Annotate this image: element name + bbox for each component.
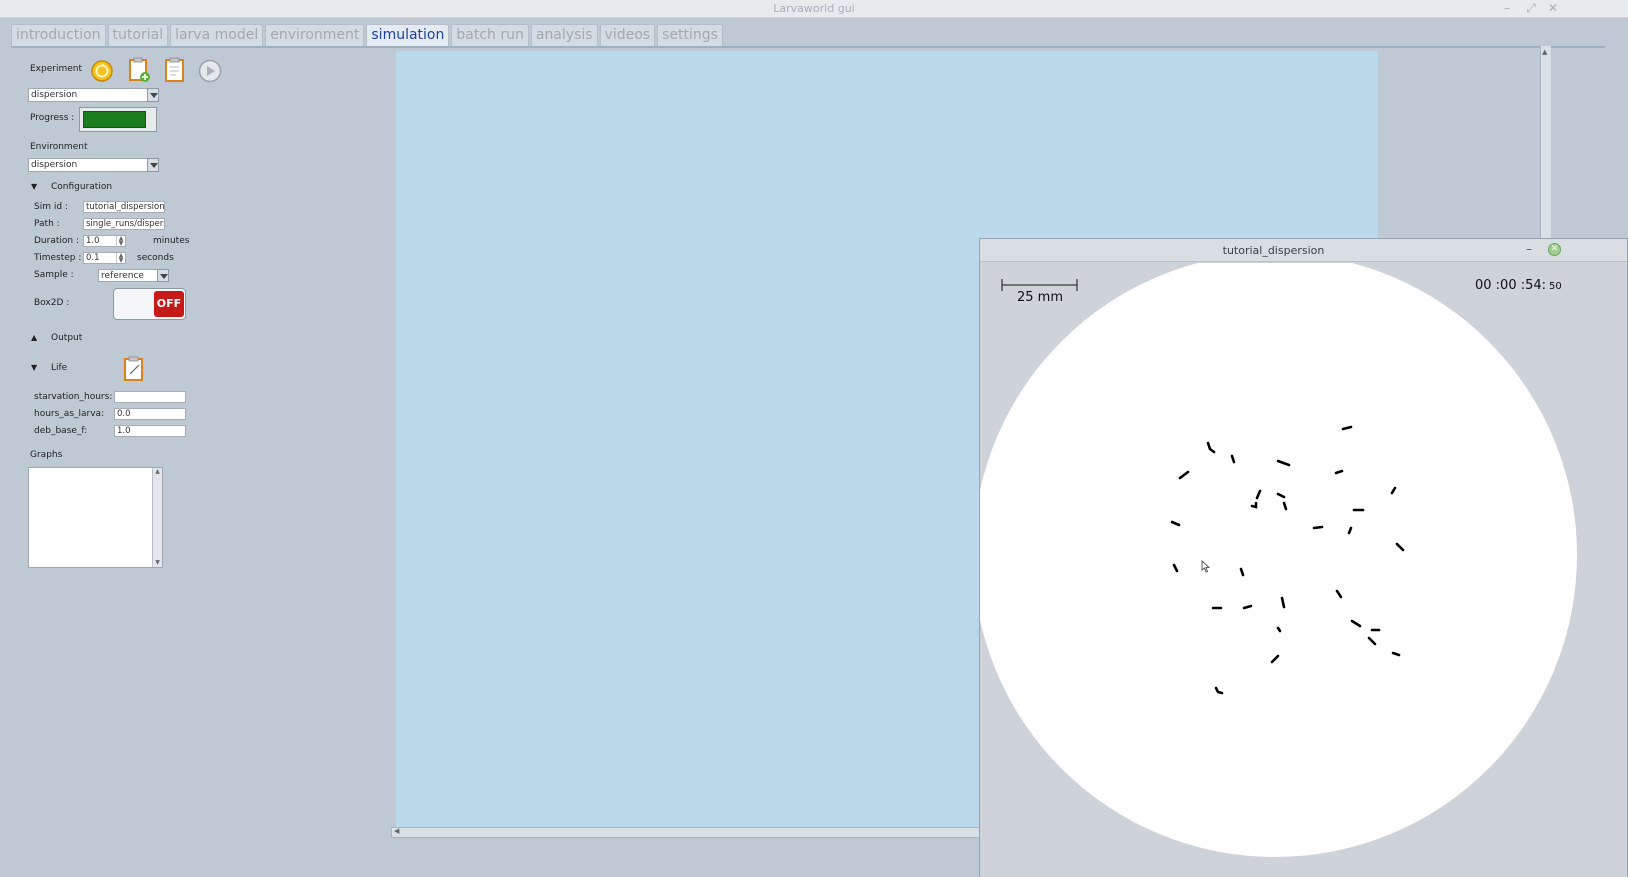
new-config-icon[interactable] [127,57,151,83]
path-label: Path : [34,219,60,229]
tab-larva-model[interactable]: larva model [170,24,264,46]
timestep-unit: seconds [137,253,174,263]
window-titlebar: Larvaworld gui – ⤢ ✕ [0,0,1628,18]
path-input[interactable]: single_runs/dispersio [83,218,165,230]
progress-label: Progress : [30,113,75,123]
configuration-header[interactable]: Configuration [51,182,112,192]
hours-as-larva-label: hours_as_larva: [34,409,105,419]
simulation-window[interactable]: tutorial_dispersion – ✕ 25 mm 00 :00 :54… [979,238,1628,877]
deb-base-f-input[interactable]: 1.0 [114,425,186,437]
duration-value: 1.0 [86,236,100,246]
tab-settings[interactable]: settings [657,24,723,46]
tab-environment[interactable]: environment [265,24,365,46]
duration-label: Duration : [34,236,79,246]
arena-dish [980,263,1577,857]
tab-tutorial[interactable]: tutorial [107,24,169,46]
stepper-arrows-icon[interactable]: ▲ ▼ [116,253,125,264]
experiment-label: Experiment [30,64,83,74]
hours-as-larva-input[interactable]: 0.0 [114,408,186,420]
load-icon[interactable] [90,58,114,84]
duration-unit: minutes [153,236,190,246]
deb-base-f-label: deb_base_f: [34,426,88,436]
larva [1312,525,1324,530]
tab-introduction[interactable]: introduction [11,24,106,46]
chevron-down-icon[interactable] [157,269,169,282]
close-icon[interactable]: ✕ [1548,243,1561,256]
box2d-toggle[interactable]: OFF [113,288,186,320]
collapse-down-icon[interactable]: ▼ [31,363,37,372]
sim-clock: 00 :00 :54: 50 [1475,278,1562,293]
sim-id-input[interactable]: tutorial_dispersion [83,201,165,213]
environment-select[interactable]: dispersion [28,158,159,172]
box2d-label: Box2D : [34,298,70,308]
main-tabs: introduction tutorial larva model enviro… [11,24,725,46]
graphs-label: Graphs [30,450,63,460]
timestep-value: 0.1 [86,253,100,263]
tab-videos[interactable]: videos [599,24,656,46]
scroll-up-icon[interactable]: ▲ [153,468,162,476]
window-title: Larvaworld gui [773,2,855,15]
sample-select[interactable]: reference [98,269,169,282]
chevron-down-icon[interactable] [147,88,159,102]
minimize-icon[interactable]: – [1526,242,1532,256]
tab-analysis[interactable]: analysis [530,24,598,46]
sim-clock-fraction: 50 [1549,281,1562,292]
graphs-list-scrollbar[interactable]: ▲ ▼ [152,468,162,567]
scroll-up-icon[interactable]: ▲ [1542,48,1547,56]
timestep-stepper[interactable]: 0.1 ▲ ▼ [83,252,126,264]
scale-label: 25 mm [1017,290,1063,305]
life-clipboard-icon[interactable] [122,356,146,382]
timestep-label: Timestep : [34,253,82,263]
simulation-config-panel: Experiment dispersion Progress : Environ… [11,48,395,874]
tab-simulation[interactable]: simulation [366,24,450,46]
progress-bar [79,107,157,132]
scroll-down-icon[interactable]: ▼ [153,559,162,567]
sim-id-label: Sim id : [34,202,68,212]
graphs-list[interactable]: ▲ ▼ [28,467,163,568]
collapse-down-icon[interactable]: ▼ [31,182,37,191]
sim-clock-main: 00 :00 :54: [1475,278,1546,293]
maximize-icon[interactable]: ⤢ [1524,1,1538,16]
starvation-hours-input[interactable] [114,391,186,403]
minimize-icon[interactable]: – [1500,1,1514,15]
sample-select-value: reference [101,271,144,281]
life-header[interactable]: Life [51,363,67,373]
simulation-window-title: tutorial_dispersion [1222,244,1325,257]
sample-label: Sample : [34,270,74,280]
larva [1276,626,1282,633]
stepper-arrows-icon[interactable]: ▲ ▼ [116,236,125,247]
vertical-scrollbar[interactable]: ▲ [1540,46,1551,242]
run-play-icon[interactable] [198,58,222,84]
clipboard-icon[interactable] [163,57,187,83]
tab-batch-run[interactable]: batch run [451,24,529,46]
simulation-window-titlebar[interactable]: tutorial_dispersion – ✕ [980,239,1627,262]
larva [1347,526,1353,535]
chevron-down-icon[interactable] [147,158,159,172]
experiment-select-value: dispersion [31,90,78,100]
progress-bar-fill [83,111,146,128]
arena-svg: 25 mm 00 :00 :54: 50 [980,263,1577,857]
experiment-select[interactable]: dispersion [28,88,159,102]
environment-label: Environment [30,142,88,152]
output-header[interactable]: Output [51,333,82,343]
expand-up-icon[interactable]: ▲ [31,333,37,342]
box2d-toggle-state: OFF [154,291,184,317]
arena-canvas: 25 mm 00 :00 :54: 50 [980,263,1627,877]
close-icon[interactable]: ✕ [1546,1,1560,15]
starvation-hours-label: starvation_hours: [34,392,113,402]
duration-stepper[interactable]: 1.0 ▲ ▼ [83,235,126,247]
scroll-left-icon[interactable]: ◀ [394,827,399,835]
environment-select-value: dispersion [31,160,78,170]
horizontal-scrollbar[interactable]: ◀ [391,827,981,838]
